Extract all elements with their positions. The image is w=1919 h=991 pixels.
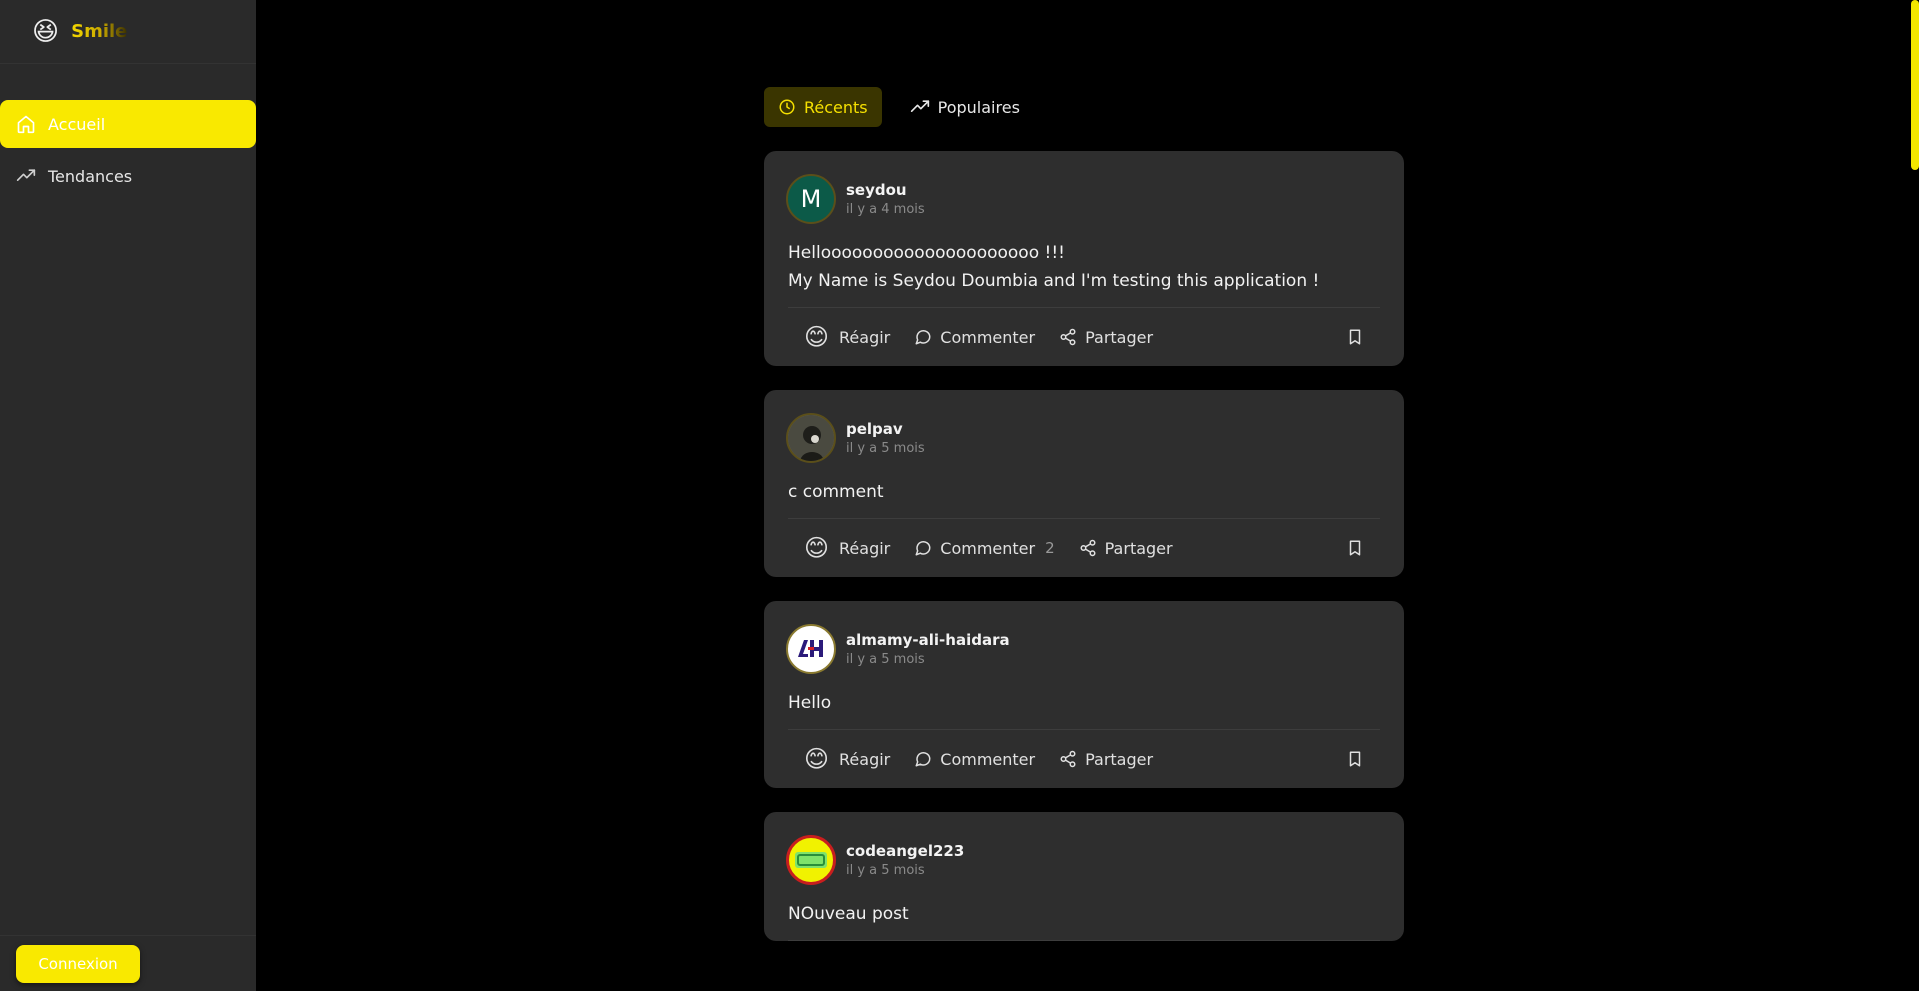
tab-populaires[interactable]: Populaires <box>896 87 1034 127</box>
tab-label: Récents <box>804 97 868 117</box>
clock-icon <box>778 98 796 116</box>
logo-emoji-icon: 😆 <box>32 16 60 47</box>
bookmark-icon[interactable] <box>1346 538 1364 558</box>
share-icon <box>1059 328 1077 346</box>
comment-icon <box>914 750 932 768</box>
comment-button[interactable]: Commenter 2 <box>914 538 1055 558</box>
post-content: Hello <box>788 689 1380 730</box>
share-label: Partager <box>1085 327 1154 347</box>
sidebar-nav: Accueil Tendances <box>0 100 256 200</box>
post-feed: M seydou il y a 4 mois Hellooooooooooooo… <box>764 151 1404 965</box>
post-card: codeangel223 il y a 5 mois NOuveau post <box>764 812 1404 941</box>
post-header: almamy-ali-haidara il y a 5 mois <box>786 623 1380 675</box>
sidebar-footer: Connexion <box>0 935 256 991</box>
user-meta: pelpav il y a 5 mois <box>846 420 925 456</box>
share-label: Partager <box>1104 538 1173 558</box>
comment-button[interactable]: Commenter <box>914 328 1035 347</box>
share-button[interactable]: Partager <box>1079 539 1173 558</box>
share-button[interactable]: Partager <box>1059 750 1153 769</box>
react-button[interactable]: 😊 Réagir <box>804 747 890 771</box>
tab-recents[interactable]: Récents <box>764 87 882 127</box>
brand[interactable]: 😆 Smile <box>0 0 256 64</box>
react-label: Réagir <box>839 749 891 769</box>
sidebar-item-accueil[interactable]: Accueil <box>0 100 256 148</box>
bookmark-icon[interactable] <box>1346 749 1364 769</box>
user-meta: seydou il y a 4 mois <box>846 181 925 217</box>
comment-count: 2 <box>1045 539 1055 557</box>
login-button[interactable]: Connexion <box>16 945 140 983</box>
app-name: Smile <box>71 21 128 42</box>
post-card: almamy-ali-haidara il y a 5 mois Hello 😊… <box>764 601 1404 788</box>
avatar-letter: M <box>800 185 822 213</box>
post-time: il y a 4 mois <box>846 202 925 217</box>
tab-label: Populaires <box>937 97 1020 117</box>
share-icon <box>1079 539 1097 557</box>
sidebar: 😆 Smile Accueil Tendances Connexion <box>0 0 256 991</box>
post-actions: 😊 Réagir Commenter Partager <box>788 308 1380 366</box>
page-scrollbar[interactable] <box>1911 0 1919 991</box>
post-actions: 😊 Réagir Commenter 2 Partager <box>788 519 1380 577</box>
avatar[interactable] <box>786 413 836 463</box>
scrollbar-thumb[interactable] <box>1911 0 1919 170</box>
react-button[interactable]: 😊 Réagir <box>804 536 890 560</box>
post-time: il y a 5 mois <box>846 863 925 878</box>
sidebar-item-tendances[interactable]: Tendances <box>0 152 256 200</box>
share-label: Partager <box>1085 749 1154 769</box>
sidebar-item-label: Accueil <box>48 114 106 134</box>
avatar[interactable] <box>786 835 836 885</box>
comment-icon <box>914 328 932 346</box>
react-label: Réagir <box>839 327 891 347</box>
comment-label: Commenter <box>940 327 1036 347</box>
avatar-image <box>788 415 834 461</box>
username[interactable]: almamy-ali-haidara <box>846 631 1010 649</box>
sidebar-item-label: Tendances <box>48 166 133 186</box>
home-icon <box>14 112 38 136</box>
feed-tabs: Récents Populaires <box>764 87 1034 127</box>
avatar[interactable] <box>786 624 836 674</box>
post-header: M seydou il y a 4 mois <box>786 173 1380 225</box>
smile-emoji-icon: 😊 <box>804 745 830 773</box>
react-button[interactable]: 😊 Réagir <box>804 325 890 349</box>
post-header: pelpav il y a 5 mois <box>786 412 1380 464</box>
comment-button[interactable]: Commenter <box>914 750 1035 769</box>
username[interactable]: seydou <box>846 181 925 199</box>
avatar[interactable]: M <box>786 174 836 224</box>
comment-label: Commenter <box>940 749 1036 769</box>
user-meta: almamy-ali-haidara il y a 5 mois <box>846 631 1010 667</box>
post-time: il y a 5 mois <box>846 441 925 456</box>
username[interactable]: codeangel223 <box>846 842 964 860</box>
post-time: il y a 5 mois <box>846 652 925 667</box>
share-icon <box>1059 750 1077 768</box>
post-content: Hellooooooooooooooooooooo !!! My Name is… <box>788 239 1380 308</box>
post-content: NOuveau post <box>788 900 1380 941</box>
trending-icon <box>910 97 930 117</box>
post-content: c comment <box>788 478 1380 519</box>
username[interactable]: pelpav <box>846 420 925 438</box>
smile-emoji-icon: 😊 <box>804 534 830 562</box>
post-card: pelpav il y a 5 mois c comment 😊 Réagir … <box>764 390 1404 577</box>
comment-icon <box>914 539 932 557</box>
post-header: codeangel223 il y a 5 mois <box>786 834 1380 886</box>
bookmark-icon[interactable] <box>1346 327 1364 347</box>
post-card: M seydou il y a 4 mois Hellooooooooooooo… <box>764 151 1404 366</box>
share-button[interactable]: Partager <box>1059 328 1153 347</box>
react-label: Réagir <box>839 538 891 558</box>
smile-emoji-icon: 😊 <box>804 323 830 351</box>
user-meta: codeangel223 il y a 5 mois <box>846 842 964 878</box>
comment-label: Commenter <box>940 538 1036 558</box>
avatar-image <box>795 852 827 868</box>
trending-icon <box>14 164 38 188</box>
avatar-logo-icon <box>798 640 823 657</box>
post-actions: 😊 Réagir Commenter Partager <box>788 730 1380 788</box>
